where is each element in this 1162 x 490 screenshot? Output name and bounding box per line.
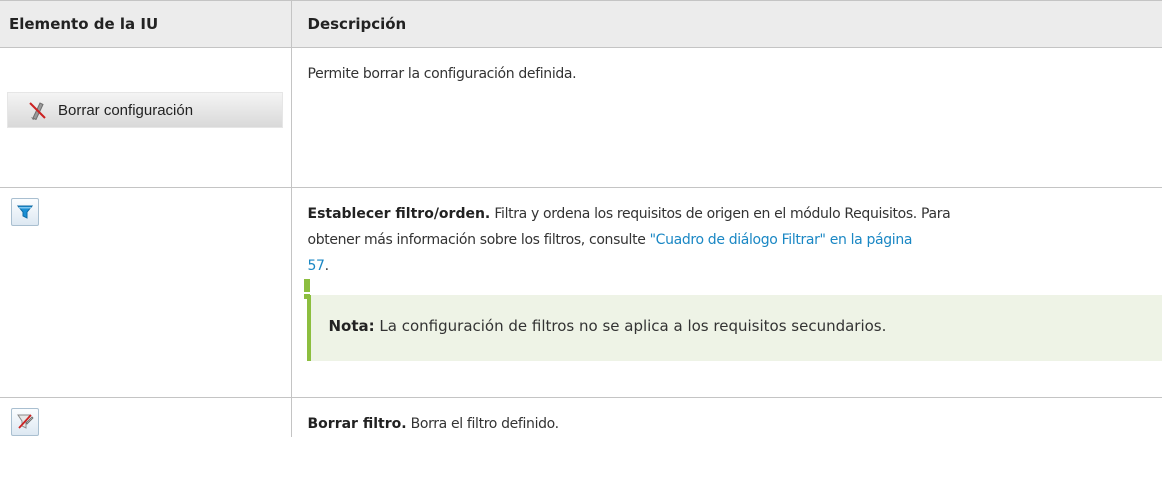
filter-description-line1: Establecer filtro/orden. Filtra y ordena… bbox=[307, 206, 951, 222]
table-row: Borrar filtro. Borra el filtro definido. bbox=[0, 397, 1162, 438]
note-box: Nota: La configuración de filtros no se … bbox=[303, 279, 1162, 361]
description-text: Permite borrar la configuración definida… bbox=[307, 66, 577, 82]
filter-dialog-link[interactable]: "Cuadro de diálogo Filtrar" en la página bbox=[650, 232, 913, 248]
clear-filter-title: Borrar filtro. bbox=[307, 416, 407, 432]
description-cell: Establecer filtro/orden. Filtra y ordena… bbox=[290, 187, 1162, 398]
note-text: Nota: La configuración de filtros no se … bbox=[328, 317, 887, 335]
ui-element-cell bbox=[0, 187, 291, 398]
clear-filter-icon bbox=[17, 414, 34, 429]
exclamation-icon bbox=[303, 279, 310, 299]
description-text: Borra el filtro definido. bbox=[406, 416, 559, 432]
table-row: Establecer filtro/orden. Filtra y ordena… bbox=[0, 187, 1162, 398]
description-cell: Permite borrar la configuración definida… bbox=[290, 47, 1162, 188]
set-filter-button[interactable] bbox=[11, 198, 39, 226]
description-cell: Borrar filtro. Borra el filtro definido. bbox=[290, 397, 1162, 437]
clear-filter-button[interactable] bbox=[11, 408, 39, 436]
filter-title: Establecer filtro/orden. bbox=[307, 206, 491, 222]
header-ui-element: Elemento de la IU bbox=[0, 0, 291, 48]
funnel-filter-icon bbox=[17, 205, 33, 219]
filter-description-line3: 57. bbox=[307, 258, 330, 274]
table-row: Borrar configuración Permite borrar la c… bbox=[0, 47, 1162, 188]
filter-dialog-link-page[interactable]: 57 bbox=[308, 258, 325, 274]
clear-settings-icon bbox=[29, 102, 46, 120]
note-label: Nota: bbox=[328, 317, 375, 335]
filter-description-line2: obtener más información sobre los filtro… bbox=[307, 232, 913, 248]
header-description: Descripción bbox=[290, 0, 1162, 48]
clear-settings-button[interactable]: Borrar configuración bbox=[7, 92, 283, 128]
ui-element-cell: Borrar configuración bbox=[0, 47, 291, 188]
clear-settings-label: Borrar configuración bbox=[58, 101, 194, 119]
table-header-row: Elemento de la IU Descripción bbox=[0, 0, 1162, 48]
ui-elements-table: Elemento de la IU Descripción Borrar con… bbox=[0, 0, 1162, 437]
ui-element-cell bbox=[0, 398, 291, 438]
